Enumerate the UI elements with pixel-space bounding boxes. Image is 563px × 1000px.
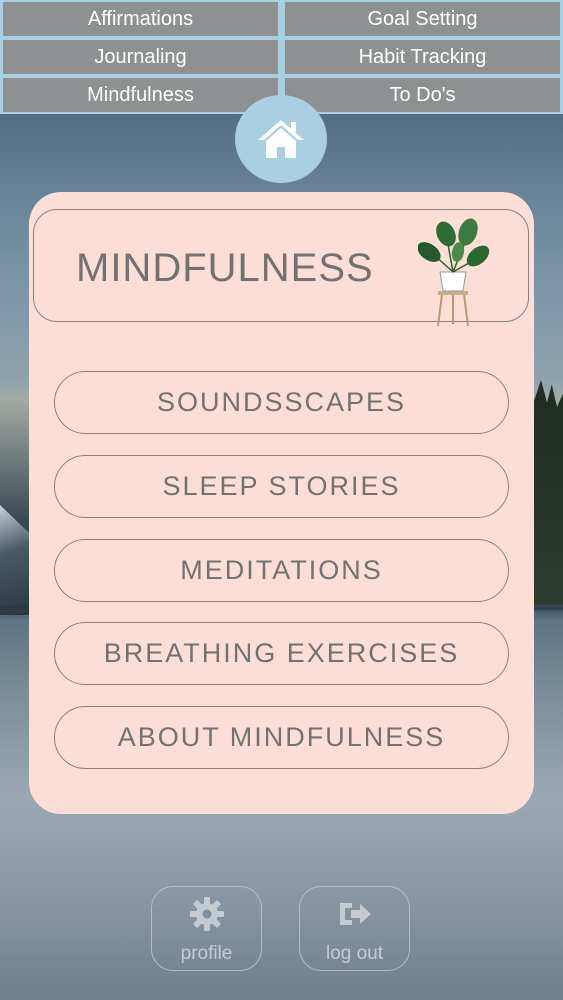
nav-goal-setting[interactable]: Goal Setting	[285, 2, 560, 36]
breathing-exercises-button[interactable]: BREATHING EXERCISES	[54, 622, 509, 685]
nav-to-dos[interactable]: To Do's	[285, 78, 560, 112]
sleep-stories-button[interactable]: SLEEP STORIES	[54, 455, 509, 518]
page-title: MINDFULNESS	[76, 246, 374, 290]
potted-plant-icon	[418, 218, 490, 326]
nav-journaling[interactable]: Journaling	[3, 40, 278, 74]
nav-affirmations[interactable]: Affirmations	[3, 2, 278, 36]
profile-label: profile	[180, 943, 233, 964]
logout-label: log out	[325, 943, 384, 964]
nav-mindfulness[interactable]: Mindfulness	[3, 78, 278, 112]
home-button[interactable]	[235, 95, 327, 183]
section-header: MINDFULNESS	[33, 209, 529, 326]
home-icon	[258, 120, 304, 158]
mindfulness-card: MINDFULNESS SOUNDSSCAPES SLEEP STORIES M…	[29, 192, 534, 814]
nav-habit-tracking[interactable]: Habit Tracking	[285, 40, 560, 74]
profile-button[interactable]: profile	[151, 886, 262, 971]
gear-icon	[189, 897, 224, 931]
logout-icon	[339, 903, 371, 925]
about-mindfulness-button[interactable]: ABOUT MINDFULNESS	[54, 706, 509, 769]
logout-button[interactable]: log out	[299, 886, 410, 971]
meditations-button[interactable]: MEDITATIONS	[54, 539, 509, 602]
soundscapes-button[interactable]: SOUNDSSCAPES	[54, 371, 509, 434]
